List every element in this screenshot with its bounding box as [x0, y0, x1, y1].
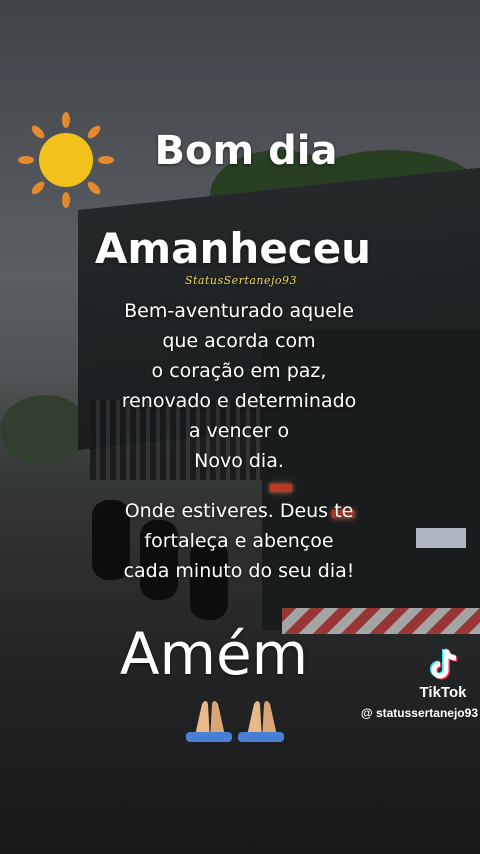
message-line: Bem-aventurado aquele [124, 300, 354, 322]
heading-title: Amanheceu [94, 224, 372, 273]
tiktok-brand-label: TikTok [419, 684, 467, 701]
tiktok-username[interactable]: @ statussertanejo93 [332, 706, 478, 720]
message-line: a vencer o [188, 420, 290, 442]
channel-watermark: StatusSertanejo93 [184, 274, 298, 287]
message-line: renovado e determinado [121, 390, 357, 412]
closing-word: Amém [119, 620, 309, 688]
message-block-2: Onde estiveres. Deus te fortaleça e aben… [6, 496, 472, 586]
message-line: cada minuto do seu dia! [123, 560, 355, 582]
message-line: Onde estiveres. Deus te [124, 500, 354, 522]
message-line: o coração em paz, [151, 360, 327, 382]
folded-hands-icon [186, 701, 284, 742]
message-line: fortaleça e abençoe [144, 530, 334, 552]
message-block-1: Bem-aventurado aquele que acorda com o c… [6, 296, 472, 476]
tiktok-logo-icon [430, 648, 458, 680]
message-line: Novo dia. [194, 450, 284, 472]
greeting-title: Bom dia [154, 128, 338, 174]
message-line: que acorda com [162, 330, 316, 352]
